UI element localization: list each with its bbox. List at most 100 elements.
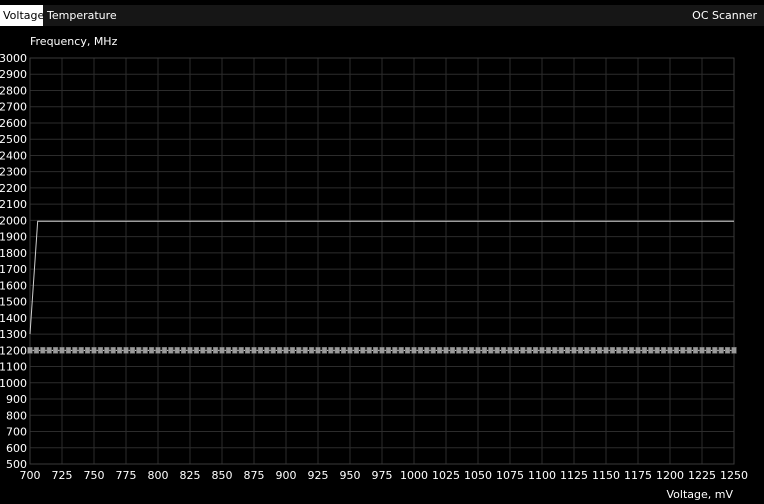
vf-point-marker[interactable] [308,347,315,354]
vf-point-marker[interactable] [558,347,564,354]
vf-point-marker[interactable] [731,347,737,354]
vf-point-marker[interactable] [168,347,174,354]
vf-point-marker[interactable] [161,347,168,354]
vf-point-marker[interactable] [174,347,180,354]
vf-point-marker[interactable] [641,347,647,354]
vf-point-marker[interactable] [193,347,200,354]
vf-point-marker[interactable] [366,347,372,354]
vf-point-marker[interactable] [686,347,692,354]
vf-point-marker[interactable] [718,347,724,354]
vf-point-marker[interactable] [417,347,424,354]
vf-point-marker[interactable] [584,347,590,354]
vf-point-marker[interactable] [328,347,334,354]
vf-point-marker[interactable] [104,347,110,354]
vf-point-marker[interactable] [468,347,475,354]
vf-point-marker[interactable] [622,347,628,354]
vf-point-marker[interactable] [705,347,711,354]
vf-point-marker[interactable] [315,347,321,354]
vf-point-marker[interactable] [398,347,404,354]
vf-point-marker[interactable] [78,347,84,354]
vf-point-marker[interactable] [590,347,596,354]
vf-point-marker[interactable] [616,347,622,354]
vf-point-marker[interactable] [85,347,91,354]
vf-point-marker[interactable] [385,347,392,354]
vf-point-marker[interactable] [245,347,251,354]
vf-point-marker[interactable] [673,347,679,354]
vf-point-marker[interactable] [660,347,667,354]
vf-point-marker[interactable] [321,347,328,354]
vf-point-marker[interactable] [347,347,353,354]
vf-point-marker[interactable] [334,347,340,354]
vf-point-marker[interactable] [46,347,52,354]
vf-point-marker[interactable] [571,347,577,354]
vf-point-marker[interactable] [219,347,225,354]
vf-point-marker[interactable] [475,347,481,354]
vf-point-marker[interactable] [520,347,526,354]
vf-point-marker[interactable] [564,347,571,354]
vf-point-marker[interactable] [648,347,654,354]
vf-point-marker[interactable] [628,347,635,354]
vf-point-marker[interactable] [436,347,443,354]
vf-point-marker[interactable] [225,347,232,354]
vf-point-marker[interactable] [52,347,59,354]
vf-point-marker[interactable] [513,347,519,354]
vf-point-marker[interactable] [289,347,296,354]
vf-point-marker[interactable] [494,347,500,354]
vf-point-marker[interactable] [27,347,33,354]
vf-point-marker[interactable] [142,347,148,354]
vf-point-marker[interactable] [379,347,385,354]
vf-point-marker[interactable] [257,347,264,354]
vf-point-marker[interactable] [603,347,609,354]
vf-point-marker[interactable] [123,347,129,354]
vf-point-marker[interactable] [712,347,718,354]
vf-point-marker[interactable] [507,347,513,354]
vf-point-marker[interactable] [526,347,532,354]
vf-point-marker[interactable] [276,347,283,354]
vf-point-marker[interactable] [155,347,161,354]
vf-point-marker[interactable] [680,347,686,354]
vf-point-marker[interactable] [353,347,360,354]
vf-point-marker[interactable] [232,347,238,354]
vf-point-marker[interactable] [251,347,257,354]
vf-point-marker[interactable] [110,347,116,354]
vf-point-marker[interactable] [213,347,219,354]
vf-point-marker[interactable] [91,347,97,354]
vf-point-marker[interactable] [577,347,583,354]
vf-curve-chart[interactable]: 5006007008009001000110012001300140015001… [0,0,764,504]
vf-point-marker[interactable] [443,347,449,354]
vf-point-marker[interactable] [500,347,507,354]
vf-point-marker[interactable] [181,347,187,354]
vf-point-marker[interactable] [129,347,136,354]
vf-point-marker[interactable] [609,347,615,354]
vf-point-marker[interactable] [296,347,302,354]
vf-point-marker[interactable] [136,347,142,354]
vf-point-marker[interactable] [449,347,456,354]
vf-point-marker[interactable] [481,347,488,354]
vf-point-marker[interactable] [411,347,417,354]
vf-point-marker[interactable] [59,347,65,354]
vf-point-marker[interactable] [404,347,411,354]
vf-point-marker[interactable] [424,347,430,354]
vf-point-marker[interactable] [724,347,731,354]
vf-point-marker[interactable] [699,347,705,354]
vf-point-marker[interactable] [635,347,641,354]
vf-point-marker[interactable] [456,347,462,354]
vf-point-marker[interactable] [117,347,123,354]
vf-point-marker[interactable] [200,347,206,354]
vf-point-marker[interactable] [667,347,673,354]
vf-point-marker[interactable] [238,347,244,354]
vf-point-marker[interactable] [283,347,289,354]
vf-point-marker[interactable] [532,347,539,354]
vf-point-marker[interactable] [33,347,39,354]
vf-point-marker[interactable] [539,347,545,354]
vf-point-marker[interactable] [654,347,660,354]
vf-point-marker[interactable] [270,347,276,354]
vf-point-marker[interactable] [40,347,46,354]
vf-point-marker[interactable] [206,347,212,354]
vf-point-marker[interactable] [65,347,71,354]
vf-point-marker[interactable] [596,347,603,354]
vf-point-marker[interactable] [72,347,78,354]
vf-point-marker[interactable] [340,347,347,354]
vf-point-marker[interactable] [462,347,468,354]
vf-point-marker[interactable] [545,347,551,354]
